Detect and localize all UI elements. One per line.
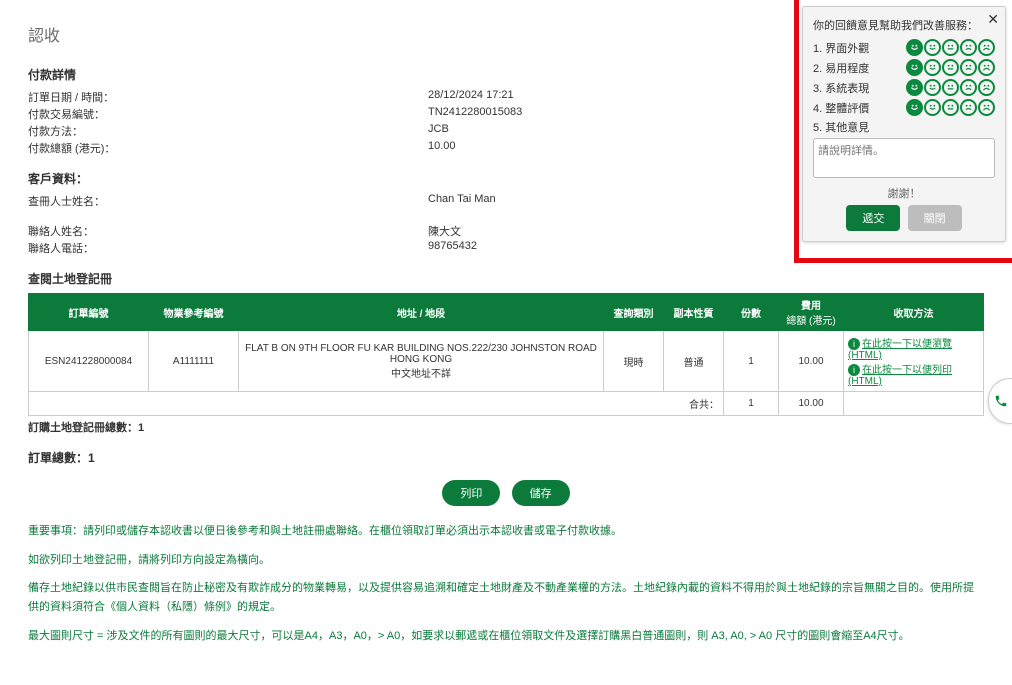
td-collect: i在此按一下以便瀏覽 (HTML) i在此按一下以便列印 (HTML) bbox=[844, 331, 984, 392]
contact-tel-val: 98765432 bbox=[428, 240, 984, 256]
td-enq-type: 現時 bbox=[604, 331, 664, 392]
td-addr-l3: 中文地址不詳 bbox=[243, 365, 599, 380]
fb-item-2: 2. 易用程度 bbox=[813, 60, 905, 76]
th-enq-type: 查詢類別 bbox=[604, 294, 664, 331]
contact-name-key: 聯絡人姓名： bbox=[28, 223, 428, 239]
face-icon[interactable] bbox=[942, 39, 959, 56]
face-icon[interactable] bbox=[960, 99, 977, 116]
td-order-no: ESN241228000084 bbox=[29, 331, 149, 392]
fb-item-1: 1. 界面外觀 bbox=[813, 40, 905, 56]
face-icon[interactable] bbox=[978, 39, 995, 56]
th-fee-sub: 總額 (港元) bbox=[783, 312, 839, 327]
fb-faces-4 bbox=[905, 99, 995, 116]
note-print-orientation: 如欲列印土地登記冊，請將列印方向設定為橫向。 bbox=[28, 551, 984, 570]
face-icon[interactable] bbox=[942, 59, 959, 76]
face-icon[interactable] bbox=[924, 99, 941, 116]
table-row: ESN241228000084 A1111111 FLAT B ON 9TH F… bbox=[29, 331, 984, 392]
face-icon[interactable] bbox=[960, 79, 977, 96]
th-fee-top: 費用 bbox=[783, 297, 839, 312]
close-icon[interactable]: ✕ bbox=[987, 11, 999, 28]
td-fee: 10.00 bbox=[779, 331, 844, 392]
txn-key: 付款交易編號： bbox=[28, 106, 428, 122]
save-button[interactable]: 儲存 bbox=[512, 480, 570, 506]
contact-tel-key: 聯絡人電話： bbox=[28, 240, 428, 256]
face-icon[interactable] bbox=[960, 39, 977, 56]
th-copies: 份數 bbox=[724, 294, 779, 331]
order-datetime-key: 訂單日期 / 時間： bbox=[28, 89, 428, 105]
link-print-html[interactable]: 在此按一下以便列印 (HTML) bbox=[848, 365, 952, 387]
td-addr-l2: HONG KONG bbox=[243, 354, 599, 365]
face-icon[interactable] bbox=[906, 79, 923, 96]
info-icon: i bbox=[848, 338, 860, 350]
order-section-heading: 查閱土地登記冊 bbox=[28, 270, 984, 287]
feedback-thanks: 謝謝！ bbox=[813, 185, 995, 201]
face-icon[interactable] bbox=[906, 39, 923, 56]
order-table: 訂單編號 物業參考編號 地址 / 地段 查詢類別 副本性質 份數 費用 總額 (… bbox=[28, 293, 984, 416]
print-button[interactable]: 列印 bbox=[442, 480, 500, 506]
fb-item-4: 4. 整體評價 bbox=[813, 100, 905, 116]
method-key: 付款方法： bbox=[28, 123, 428, 139]
th-order-no: 訂單編號 bbox=[29, 294, 149, 331]
face-icon[interactable] bbox=[924, 39, 941, 56]
td-addr-l1: FLAT B ON 9TH FLOOR FU KAR BUILDING NOS.… bbox=[243, 343, 599, 354]
fb-item-5: 5. 其他意見 bbox=[813, 119, 995, 135]
feedback-submit-button[interactable]: 遞交 bbox=[846, 205, 900, 231]
info-icon: i bbox=[848, 364, 860, 376]
total-key: 付款總額 (港元)： bbox=[28, 140, 428, 156]
td-copies: 1 bbox=[724, 331, 779, 392]
td-total-label: 合共： bbox=[29, 392, 724, 416]
th-addr: 地址 / 地段 bbox=[239, 294, 604, 331]
face-icon[interactable] bbox=[906, 99, 923, 116]
note-important: 重要事項：請列印或儲存本認收書以便日後參考和與土地註冊處聯絡。在櫃位領取訂單必須… bbox=[28, 522, 984, 541]
searcher-key: 查冊人士姓名： bbox=[28, 193, 428, 209]
face-icon[interactable] bbox=[978, 79, 995, 96]
td-copy-nature: 普通 bbox=[664, 331, 724, 392]
td-total-empty bbox=[844, 392, 984, 416]
fb-faces-2 bbox=[905, 59, 995, 76]
face-icon[interactable] bbox=[924, 59, 941, 76]
fb-item-3: 3. 系統表現 bbox=[813, 80, 905, 96]
th-copy-nature: 副本性質 bbox=[664, 294, 724, 331]
fb-faces-3 bbox=[905, 79, 995, 96]
face-icon[interactable] bbox=[978, 59, 995, 76]
face-icon[interactable] bbox=[942, 99, 959, 116]
face-icon[interactable] bbox=[924, 79, 941, 96]
feedback-title: 你的回饋意見幫助我們改善服務： bbox=[813, 17, 995, 33]
td-total-copies: 1 bbox=[724, 392, 779, 416]
records-count: 訂購土地登記冊總數：1 bbox=[28, 419, 984, 435]
order-total-count: 訂單總數：1 bbox=[28, 449, 984, 466]
link-view-html[interactable]: 在此按一下以便瀏覽 (HTML) bbox=[848, 339, 952, 361]
td-prop-ref: A1111111 bbox=[149, 331, 239, 392]
phone-icon bbox=[994, 394, 1008, 408]
table-total-row: 合共： 1 10.00 bbox=[29, 392, 984, 416]
face-icon[interactable] bbox=[906, 59, 923, 76]
face-icon[interactable] bbox=[978, 99, 995, 116]
feedback-close-button[interactable]: 關閉 bbox=[908, 205, 962, 231]
face-icon[interactable] bbox=[960, 59, 977, 76]
td-total-fee: 10.00 bbox=[779, 392, 844, 416]
feedback-textarea[interactable] bbox=[813, 138, 995, 178]
fb-faces-1 bbox=[905, 39, 995, 56]
note-plan-size: 最大圖則尺寸 = 涉及文件的所有圖則的最大尺寸，可以是A4，A3，A0，> A0… bbox=[28, 627, 984, 646]
face-icon[interactable] bbox=[942, 79, 959, 96]
th-fee: 費用 總額 (港元) bbox=[779, 294, 844, 331]
th-collect: 收取方法 bbox=[844, 294, 984, 331]
td-addr: FLAT B ON 9TH FLOOR FU KAR BUILDING NOS.… bbox=[239, 331, 604, 392]
th-prop-ref: 物業參考編號 bbox=[149, 294, 239, 331]
note-purpose: 備存土地紀錄以供市民查閱旨在防止秘密及有欺詐成分的物業轉易，以及提供容易追溯和確… bbox=[28, 579, 984, 616]
feedback-panel: ✕ 你的回饋意見幫助我們改善服務： 1. 界面外觀 2. 易用程度 3. 系統表… bbox=[802, 6, 1006, 242]
